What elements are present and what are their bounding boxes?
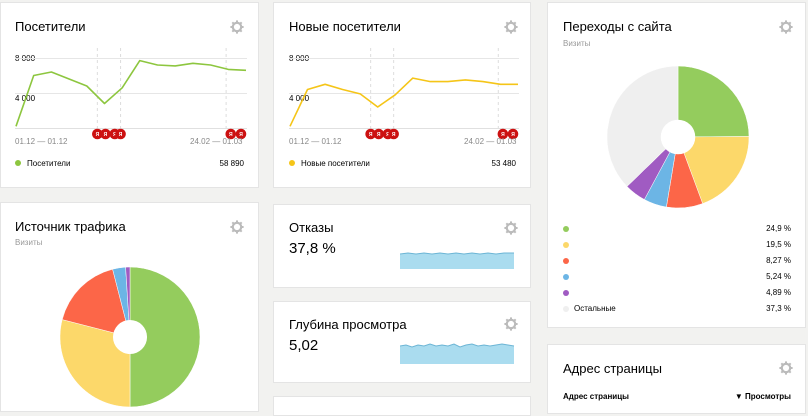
bounces-value: 37,8 %: [289, 240, 336, 257]
page-address-title: Адрес страницы: [563, 361, 662, 376]
referrals-legend-value: 24,9 %: [766, 224, 791, 233]
bounces-settings-gear-icon[interactable]: [504, 221, 518, 235]
referrals-pie-chart: [606, 65, 750, 209]
referrals-legend-value: 19,5 %: [766, 240, 791, 249]
referrals-legend-value: 8,27 %: [766, 256, 791, 265]
visitors-event-marker-label: Я: [96, 132, 100, 138]
new-visitors-event-marker-label: Я: [369, 132, 373, 138]
new-visitors-event-marker-label: Я: [377, 132, 381, 138]
visitors-x-right: 24.02 — 01.03: [190, 137, 243, 146]
traffic-source-title: Источник трафика: [15, 219, 126, 234]
referrals-legend-label: Остальные: [574, 304, 616, 313]
new-visitors-legend[interactable]: Новые посетители: [289, 159, 370, 168]
visitors-legend-value: 58 890: [219, 159, 244, 168]
referrals-card: Переходы с сайта Визиты 24,9 % 19,5 % 8,27…: [547, 2, 806, 328]
visitors-event-marker-label: Я: [119, 132, 123, 138]
visitors-legend[interactable]: Посетители: [15, 159, 70, 168]
next-card-peek: [273, 396, 531, 416]
referrals-legend-dot: [563, 242, 569, 248]
new-visitors-line-chart: ЯЯЯЯЯЯ: [289, 48, 519, 140]
views-column-header[interactable]: ▼ Просмотры: [735, 392, 791, 401]
traffic-source-subtitle: Визиты: [15, 238, 43, 247]
visitors-settings-gear-icon[interactable]: [230, 20, 244, 34]
depth-settings-gear-icon[interactable]: [504, 317, 518, 331]
referrals-legend-value: 5,24 %: [766, 272, 791, 281]
new-visitors-legend-dot: [289, 160, 295, 166]
referrals-legend-value: 37,3 %: [766, 304, 791, 313]
new-visitors-legend-label: Новые посетители: [301, 159, 370, 168]
new-visitors-series-line: [289, 77, 518, 127]
referrals-legend-dot: [563, 274, 569, 280]
new-visitors-settings-gear-icon[interactable]: [504, 20, 518, 34]
depth-title: Глубина просмотра: [289, 317, 407, 332]
bounces-card: Отказы 37,8 %: [273, 204, 531, 288]
new-visitors-card: Новые посетители 8 000 4 000 ЯЯЯЯЯЯ 01.1…: [273, 2, 531, 188]
new-visitors-x-right: 24.02 — 01.03: [464, 137, 517, 146]
traffic-source-pie-chart: [59, 266, 201, 408]
depth-card: Глубина просмотра 5,02: [273, 301, 531, 383]
depth-value: 5,02: [289, 337, 319, 354]
visitors-card: Посетители 8 000 4 000 ЯЯЯЯЯЯ 01.12 — 01…: [0, 2, 259, 188]
traffic-source-card: Источник трафика Визиты: [0, 202, 259, 412]
visitors-x-left: 01.12 — 01.12: [15, 137, 68, 146]
new-visitors-event-marker-label: Я: [392, 132, 396, 138]
bounces-sparkline: [400, 252, 514, 269]
new-visitors-legend-value: 53 480: [491, 159, 516, 168]
visitors-legend-dot: [15, 160, 21, 166]
referrals-settings-gear-icon[interactable]: [779, 20, 793, 34]
referrals-legend-dot: [563, 226, 569, 232]
referrals-center-hole: [660, 119, 696, 155]
visitors-legend-label: Посетители: [27, 159, 71, 168]
page-address-card: Адрес страницы Адрес страницы ▼ Просмотр…: [547, 344, 806, 414]
traffic-source-settings-gear-icon[interactable]: [230, 220, 244, 234]
referrals-subtitle: Визиты: [563, 39, 591, 48]
depth-sparkline: [400, 343, 515, 364]
referrals-legend-dot: [563, 306, 569, 312]
page-address-column-header[interactable]: Адрес страницы: [563, 392, 629, 401]
visitors-title: Посетители: [15, 19, 86, 34]
visitors-event-marker-label: Я: [104, 132, 108, 138]
referrals-title: Переходы с сайта: [563, 19, 672, 34]
visitors-line-chart: ЯЯЯЯЯЯ: [15, 48, 247, 140]
bounces-title: Отказы: [289, 220, 334, 235]
new-visitors-x-left: 01.12 — 01.12: [289, 137, 342, 146]
referrals-legend-dot: [563, 258, 569, 264]
referrals-legend-dot: [563, 290, 569, 296]
traffic-source-center-hole: [112, 319, 148, 355]
new-visitors-title: Новые посетители: [289, 19, 401, 34]
referrals-legend-value: 4,89 %: [766, 288, 791, 297]
page-address-settings-gear-icon[interactable]: [779, 361, 793, 375]
